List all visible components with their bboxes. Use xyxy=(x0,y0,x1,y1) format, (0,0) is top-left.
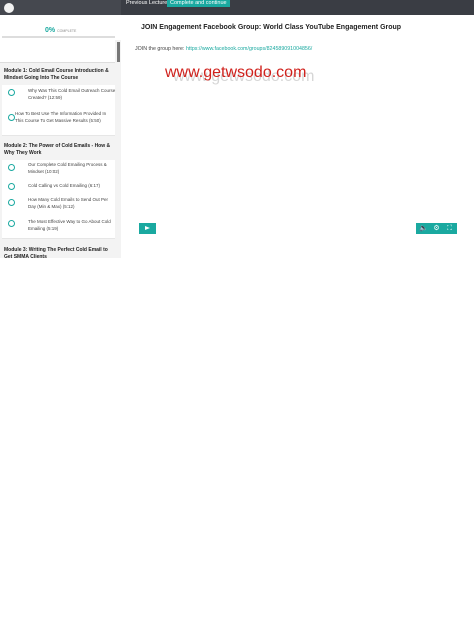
lecture-item[interactable]: Why Was This Cold Email Outreach Course … xyxy=(2,85,115,112)
lecture-title: JOIN Engagement Facebook Group: World Cl… xyxy=(141,24,402,31)
course-sidebar: 0% COMPLETE Module 1: Cold Email Course I… xyxy=(0,15,121,258)
player-controls: 🔈 ⚙ ⛶ xyxy=(416,223,457,234)
incomplete-circle-icon xyxy=(8,199,15,206)
progress-percent: 0% COMPLETE xyxy=(45,27,77,34)
course-header xyxy=(0,0,121,15)
join-text: JOIN the group here: https://www.faceboo… xyxy=(135,46,313,52)
lecture-item[interactable]: Cold Calling vs Cold Emailing (6:17) xyxy=(2,179,115,196)
incomplete-circle-icon xyxy=(8,220,15,227)
complete-and-continue-button[interactable]: Complete and continue xyxy=(167,0,230,7)
module-title: Module 1: Cold Email Course Introduction… xyxy=(4,68,109,81)
previous-lecture-link[interactable]: Previous Lecture xyxy=(126,0,167,7)
incomplete-circle-icon xyxy=(8,114,15,121)
watermark: www.getwsodo.com xyxy=(165,64,307,81)
lecture-label: The Most Effective Way to Go About Cold … xyxy=(28,219,111,231)
school-logo[interactable] xyxy=(4,3,14,13)
volume-icon[interactable]: 🔈 xyxy=(417,223,430,234)
top-bar: Previous Lecture Complete and continue xyxy=(0,0,474,15)
facebook-group-link[interactable]: https://www.facebook.com/groups/82458909… xyxy=(186,46,312,52)
incomplete-circle-icon xyxy=(8,164,15,171)
progress-label: COMPLETE xyxy=(57,29,77,33)
lecture-label: Why Was This Cold Email Outreach Course … xyxy=(28,88,116,100)
incomplete-circle-icon xyxy=(8,89,15,96)
incomplete-circle-icon xyxy=(8,183,15,190)
lecture-item[interactable]: How To Best Use The Information Provided… xyxy=(2,111,115,136)
lecture-label: Our Complete Cold Emailing Process & Min… xyxy=(28,162,107,174)
lecture-label: How Many Cold Emails to Send Out Per Day… xyxy=(28,197,109,209)
lecture-item[interactable]: Our Complete Cold Emailing Process & Min… xyxy=(2,160,115,180)
lecture-label: How To Best Use The Information Provided… xyxy=(15,111,107,123)
gear-icon[interactable]: ⚙ xyxy=(430,223,443,234)
play-icon xyxy=(145,226,150,230)
module-title: Module 3: Writing The Perfect Cold Email… xyxy=(4,247,108,258)
progress-bar xyxy=(2,36,115,38)
sidebar-search-area xyxy=(0,40,115,63)
lecture-item[interactable]: The Most Effective Way to Go About Cold … xyxy=(2,216,115,239)
fullscreen-icon[interactable]: ⛶ xyxy=(443,223,456,234)
course-progress: 0% COMPLETE xyxy=(0,15,121,40)
play-button[interactable] xyxy=(139,223,156,234)
lecture-item[interactable]: How Many Cold Emails to Send Out Per Day… xyxy=(2,195,115,217)
module-title: Module 2: The Power of Cold Emails - How… xyxy=(4,143,111,156)
lecture-label: Cold Calling vs Cold Emailing (6:17) xyxy=(28,183,101,188)
sidebar-scrollbar[interactable] xyxy=(117,42,120,62)
